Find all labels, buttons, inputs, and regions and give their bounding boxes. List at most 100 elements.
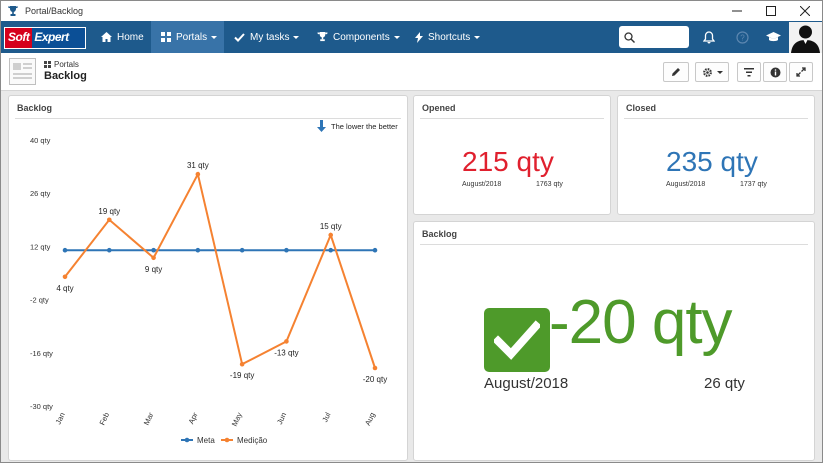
nav-home-label: Home xyxy=(117,31,144,43)
y-tick-label: -30 qty xyxy=(30,402,53,411)
search-box[interactable] xyxy=(619,26,689,48)
nav-portals[interactable]: Portals xyxy=(151,21,224,53)
lightning-icon xyxy=(415,31,423,43)
data-label: 9 qty xyxy=(145,265,162,274)
data-point xyxy=(151,255,156,261)
divider xyxy=(15,118,401,119)
info-button[interactable] xyxy=(763,62,787,82)
home-icon xyxy=(101,32,112,42)
settings-button[interactable] xyxy=(695,62,729,82)
grid-icon xyxy=(44,61,51,68)
avatar[interactable] xyxy=(789,22,822,53)
nav-home[interactable]: Home xyxy=(93,21,149,53)
x-tick-label: Jan xyxy=(54,411,67,426)
data-point xyxy=(195,171,201,177)
backlog-kpi-reference: 26 qty xyxy=(704,375,745,392)
backlog-chart-panel: Backlog The lower the better 40 qty 26 qty… xyxy=(8,95,408,461)
data-label: -20 qty xyxy=(363,375,387,384)
data-label: -13 qty xyxy=(274,348,298,357)
expand-icon xyxy=(796,67,806,77)
x-tick-label: Feb xyxy=(97,411,111,427)
chevron-down-icon xyxy=(716,70,723,74)
data-label: 15 qty xyxy=(320,222,342,231)
trophy-icon xyxy=(5,3,21,19)
panel-title: Backlog xyxy=(422,229,458,239)
nav-components[interactable]: Components xyxy=(317,21,407,53)
data-point xyxy=(106,217,112,223)
data-point xyxy=(372,365,378,371)
panel-title: Backlog xyxy=(17,103,53,113)
y-tick-label: 26 qty xyxy=(30,189,51,198)
data-label: 4 qty xyxy=(56,284,73,293)
dashboard-icon xyxy=(161,32,171,42)
svg-text:?: ? xyxy=(740,33,745,42)
page-header: Portals Backlog xyxy=(1,53,822,91)
breadcrumb-label: Portals xyxy=(54,60,79,69)
opened-period: August/2018 xyxy=(462,181,502,188)
divider xyxy=(420,118,604,119)
dashboard: Backlog The lower the better 40 qty 26 qty… xyxy=(1,91,822,462)
app-window: Portal/Backlog Soft Expert Home Portals xyxy=(0,0,823,463)
chart-hint: The lower the better xyxy=(331,122,398,131)
nav-portals-label: Portals xyxy=(176,31,208,43)
softexpert-logo[interactable]: Soft Expert xyxy=(4,27,86,49)
nav-my-tasks-label: My tasks xyxy=(250,31,290,43)
data-point xyxy=(284,247,289,253)
close-button[interactable] xyxy=(788,1,822,21)
minimize-button[interactable] xyxy=(720,1,754,21)
data-point xyxy=(328,232,334,238)
check-icon xyxy=(234,32,245,42)
x-tick-label: Aug xyxy=(363,411,377,427)
opened-panel: Opened 215 qty August/2018 1763 qty xyxy=(413,95,611,215)
legend-label: Medição xyxy=(237,436,268,445)
filter-icon xyxy=(744,68,754,77)
x-tick-label: Apr xyxy=(187,411,200,426)
y-tick-label: 12 qty xyxy=(30,242,51,251)
x-tick-label: Mar xyxy=(142,411,156,427)
checkmark-icon xyxy=(484,308,550,372)
data-point xyxy=(62,274,68,280)
y-tick-label: -16 qty xyxy=(30,349,53,358)
data-point xyxy=(328,247,334,253)
data-label: -19 qty xyxy=(230,371,254,380)
y-tick-label: 40 qty xyxy=(30,136,51,145)
filter-button[interactable] xyxy=(737,62,761,82)
opened-reference: 1763 qty xyxy=(536,181,563,188)
data-label: 19 qty xyxy=(98,207,120,216)
closed-value: 235 qty xyxy=(666,146,758,177)
nav-components-label: Components xyxy=(333,31,390,43)
backlog-kpi-period: August/2018 xyxy=(484,375,569,392)
maximize-button[interactable] xyxy=(754,1,788,21)
chevron-down-icon xyxy=(393,35,400,39)
data-point xyxy=(239,361,245,367)
data-point xyxy=(62,247,68,253)
backlog-kpi-panel: Backlog -20 qty August/2018 26 qty xyxy=(413,221,815,461)
bell-icon[interactable] xyxy=(701,29,717,45)
data-point xyxy=(284,339,289,344)
legend-marker xyxy=(184,437,190,443)
x-tick-label: Jul xyxy=(320,411,332,424)
breadcrumb[interactable]: Portals xyxy=(44,60,79,69)
nav-my-tasks[interactable]: My tasks xyxy=(234,21,310,53)
search-input[interactable] xyxy=(639,32,683,42)
opened-value: 215 qty xyxy=(462,146,554,177)
edit-button[interactable] xyxy=(663,62,689,82)
pencil-icon xyxy=(672,68,680,76)
panel-title: Closed xyxy=(626,103,657,113)
closed-panel: Closed 235 qty August/2018 1737 qty xyxy=(617,95,815,215)
arrow-down-icon xyxy=(317,120,326,132)
title-bar: Portal/Backlog xyxy=(1,1,822,21)
graduation-cap-icon[interactable] xyxy=(765,29,781,45)
x-tick-label: Jun xyxy=(275,411,288,426)
chevron-down-icon xyxy=(474,35,481,39)
nav-shortcuts[interactable]: Shortcuts xyxy=(415,21,495,53)
y-tick-label: -2 qty xyxy=(30,296,49,305)
help-icon[interactable]: ? xyxy=(734,29,750,45)
divider xyxy=(420,244,808,245)
expand-button[interactable] xyxy=(789,62,813,82)
backlog-line-chart: The lower the better 40 qty 26 qty 12 qty -2… xyxy=(30,120,398,445)
legend-label: Meta xyxy=(197,436,215,445)
x-tick-label: May xyxy=(230,411,244,428)
data-point xyxy=(372,247,378,253)
chevron-down-icon xyxy=(293,35,300,39)
